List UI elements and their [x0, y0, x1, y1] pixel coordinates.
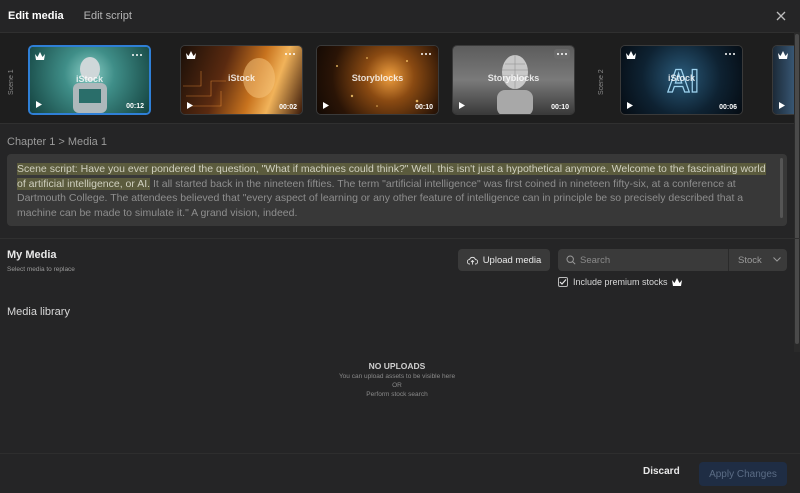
apply-changes-button[interactable]: Apply Changes: [699, 462, 787, 486]
discard-button[interactable]: Discard: [643, 466, 680, 477]
scene-label-1: Scene 1: [8, 69, 15, 95]
thumbnail-watermark: iStock: [75, 74, 103, 84]
thumbnail-duration: 00:10: [551, 104, 569, 111]
scene-label-2: Scene 2: [598, 69, 605, 95]
scrollbar-thumb[interactable]: [795, 34, 799, 344]
thumbnail-watermark: iStock: [667, 73, 695, 83]
check-icon: [559, 279, 567, 285]
thumbnail-duration: 00:06: [719, 104, 737, 111]
empty-state-line1: You can upload assets to be visible here: [338, 373, 456, 380]
play-icon[interactable]: [323, 102, 329, 109]
include-premium-checkbox[interactable]: [558, 277, 568, 287]
thumbnail-watermark: Storyblocks: [487, 73, 540, 83]
thumbnail-duration: 00:10: [415, 104, 433, 111]
play-icon[interactable]: [459, 102, 465, 109]
stock-source-label: Stock: [738, 254, 762, 266]
play-icon[interactable]: [36, 101, 42, 108]
cloud-upload-icon: [466, 256, 478, 264]
thumbnail-duration: 00:12: [126, 103, 144, 110]
thumbnail-watermark: iStock: [227, 73, 255, 83]
media-thumbnail-3[interactable]: Storyblocks 00:10: [316, 45, 439, 115]
thumbnail-duration: 00:02: [279, 104, 297, 111]
more-icon[interactable]: [554, 49, 570, 59]
more-icon[interactable]: [418, 49, 434, 59]
empty-state-or: OR: [392, 382, 402, 389]
media-thumbnail-2[interactable]: iStock 00:02: [180, 45, 303, 115]
empty-state-line2: Perform stock search: [366, 391, 428, 398]
media-thumbnail-5[interactable]: AI iStock 00:06: [620, 45, 743, 115]
script-scrollbar[interactable]: [780, 158, 783, 218]
more-icon[interactable]: [722, 49, 738, 59]
crown-icon: [35, 52, 45, 60]
scene-script[interactable]: Scene script: Have you ever pondered the…: [7, 154, 787, 226]
crown-icon: [671, 278, 682, 286]
empty-state-title: NO UPLOADS: [368, 361, 426, 371]
crown-icon: [186, 51, 196, 59]
search-bar: Stock: [558, 249, 787, 271]
search-input[interactable]: [580, 254, 720, 266]
search-icon: [566, 255, 576, 265]
divider: [0, 238, 800, 239]
thumbnail-watermark: Storyblocks: [351, 73, 404, 83]
upload-media-button[interactable]: Upload media: [458, 249, 550, 271]
more-icon[interactable]: [129, 50, 145, 60]
crown-icon: [626, 51, 636, 59]
my-media-title: My Media: [7, 249, 57, 261]
crown-icon: [778, 51, 788, 59]
tab-edit-media[interactable]: Edit media: [8, 10, 64, 22]
media-thumbnail-1[interactable]: iStock 00:12: [28, 45, 151, 115]
chevron-down-icon: [773, 257, 781, 262]
tab-edit-script[interactable]: Edit script: [84, 10, 132, 22]
close-icon[interactable]: [774, 9, 788, 23]
tab-bar: Edit media Edit script: [0, 0, 800, 32]
stock-source-select[interactable]: Stock: [728, 249, 787, 271]
more-icon[interactable]: [282, 49, 298, 59]
play-icon[interactable]: [187, 102, 193, 109]
play-icon[interactable]: [627, 102, 633, 109]
media-strip: Scene 1 Scene 2 iStock 00:12 iStock 00:0…: [0, 32, 800, 124]
include-premium-row: Include premium stocks: [558, 277, 682, 287]
play-icon[interactable]: [779, 102, 785, 109]
breadcrumb: Chapter 1 > Media 1: [7, 136, 107, 148]
media-library-title: Media library: [7, 306, 70, 318]
empty-state: NO UPLOADS You can upload assets to be v…: [297, 361, 497, 398]
media-thumbnail-4[interactable]: Storyblocks 00:10: [452, 45, 575, 115]
my-media-subtitle: Select media to replace: [7, 266, 75, 273]
footer-divider: [0, 453, 800, 454]
include-premium-label: Include premium stocks: [573, 277, 668, 287]
upload-media-label: Upload media: [482, 254, 542, 266]
